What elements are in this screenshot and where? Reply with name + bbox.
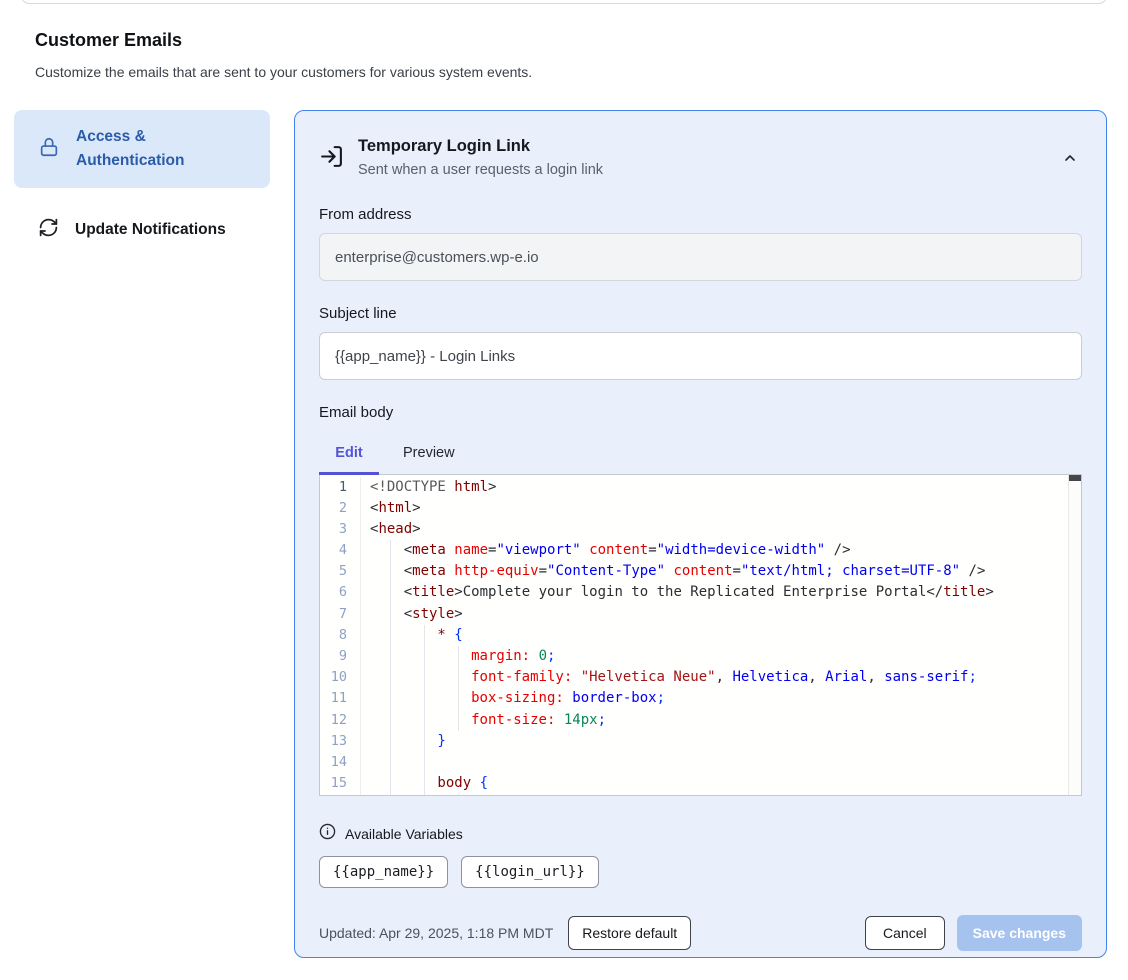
previous-card-edge	[20, 0, 1108, 4]
code-line[interactable]: 11box-sizing: border-box;	[320, 688, 1081, 709]
code-line[interactable]: 13}	[320, 731, 1081, 752]
line-number: 3	[320, 519, 361, 540]
line-number: 7	[320, 604, 361, 625]
variable-chip-login-url[interactable]: {{login_url}}	[461, 856, 599, 888]
code-line[interactable]: 8* {	[320, 625, 1081, 646]
active-tab-underline	[319, 472, 379, 475]
sidebar-item-label: Access & Authentication	[76, 125, 208, 173]
code-line-content: <html>	[361, 498, 421, 519]
code-line-content: <!DOCTYPE html>	[361, 477, 496, 498]
sidebar-item-label: Update Notifications	[75, 218, 226, 242]
editor-scrollbar[interactable]	[1068, 475, 1081, 795]
tab-preview[interactable]: Preview	[403, 445, 455, 461]
variable-chip-app-name[interactable]: {{app_name}}	[319, 856, 448, 888]
code-line[interactable]: 2<html>	[320, 498, 1081, 519]
code-line[interactable]: 10font-family: "Helvetica Neue", Helveti…	[320, 667, 1081, 688]
refresh-icon	[38, 217, 59, 243]
email-body-label: Email body	[319, 404, 1082, 421]
from-address-field[interactable]	[319, 233, 1082, 281]
line-number: 9	[320, 646, 361, 667]
code-line[interactable]: 4<meta name="viewport" content="width=de…	[320, 540, 1081, 561]
code-line-content: background-color: #f9f9f9;	[361, 794, 690, 795]
info-icon	[319, 823, 336, 845]
line-number: 2	[320, 498, 361, 519]
code-line-content: box-sizing: border-box;	[361, 688, 665, 709]
tab-edit[interactable]: Edit	[319, 445, 379, 461]
page-subtitle: Customize the emails that are sent to yo…	[35, 64, 532, 80]
code-line[interactable]: 7<style>	[320, 604, 1081, 625]
collapse-button[interactable]	[1058, 146, 1082, 173]
panel-titles: Temporary Login Link Sent when a user re…	[358, 137, 1044, 178]
line-number: 4	[320, 540, 361, 561]
email-body-tabs: Edit Preview	[319, 434, 1082, 472]
cancel-button[interactable]: Cancel	[865, 916, 945, 950]
subject-line-field[interactable]	[319, 332, 1082, 380]
code-line[interactable]: 6<title>Complete your login to the Repli…	[320, 582, 1081, 603]
code-line-content: <head>	[361, 519, 421, 540]
code-line-content: font-size: 14px;	[361, 710, 606, 731]
code-line-content: <title>Complete your login to the Replic…	[361, 582, 994, 603]
code-line[interactable]: 15body {	[320, 773, 1081, 794]
sidebar-item-update-notifications[interactable]: Update Notifications	[14, 205, 270, 255]
line-number: 12	[320, 710, 361, 731]
line-number: 1	[320, 477, 361, 498]
code-line-content	[361, 752, 437, 773]
save-changes-button[interactable]: Save changes	[957, 915, 1082, 951]
code-line-content: }	[361, 731, 446, 752]
restore-default-button[interactable]: Restore default	[568, 916, 691, 950]
line-number: 8	[320, 625, 361, 646]
panel-header: Temporary Login Link Sent when a user re…	[319, 137, 1082, 178]
variable-chips: {{app_name}} {{login_url}}	[319, 856, 1082, 888]
panel-subtitle: Sent when a user requests a login link	[358, 162, 1044, 178]
code-line[interactable]: 1<!DOCTYPE html>	[320, 477, 1081, 498]
line-number: 15	[320, 773, 361, 794]
email-settings-panel: Temporary Login Link Sent when a user re…	[294, 110, 1107, 958]
from-address-label: From address	[319, 206, 1082, 223]
line-number: 11	[320, 688, 361, 709]
code-line-content: <meta http-equiv="Content-Type" content=…	[361, 561, 985, 582]
sidebar-item-access-authentication[interactable]: Access & Authentication	[14, 110, 270, 188]
panel-title: Temporary Login Link	[358, 137, 1044, 156]
line-number: 10	[320, 667, 361, 688]
page-header: Customer Emails Customize the emails tha…	[35, 30, 532, 80]
code-line-content: font-family: "Helvetica Neue", Helvetica…	[361, 667, 977, 688]
code-line-content: * {	[361, 625, 463, 646]
code-line-content: margin: 0;	[361, 646, 555, 667]
line-number: 16	[320, 794, 361, 795]
line-number: 6	[320, 582, 361, 603]
subject-line-label: Subject line	[319, 305, 1082, 322]
page-title: Customer Emails	[35, 30, 532, 51]
code-editor[interactable]: 1<!DOCTYPE html>2<html>3<head>4<meta nam…	[319, 474, 1082, 796]
code-line-content: <meta name="viewport" content="width=dev…	[361, 540, 851, 561]
line-number: 14	[320, 752, 361, 773]
log-in-icon	[319, 144, 344, 174]
code-line-content: body {	[361, 773, 488, 794]
code-line[interactable]: 16background-color: #f9f9f9;	[320, 794, 1081, 795]
code-line[interactable]: 5<meta http-equiv="Content-Type" content…	[320, 561, 1081, 582]
sidebar: Access & Authentication Update Notificat…	[14, 110, 270, 255]
code-line[interactable]: 3<head>	[320, 519, 1081, 540]
chevron-up-icon	[1062, 154, 1078, 169]
line-number: 13	[320, 731, 361, 752]
updated-timestamp: Updated: Apr 29, 2025, 1:18 PM MDT	[319, 925, 553, 941]
code-line[interactable]: 9margin: 0;	[320, 646, 1081, 667]
available-variables-label: Available Variables	[345, 826, 463, 842]
code-lines: 1<!DOCTYPE html>2<html>3<head>4<meta nam…	[320, 475, 1081, 796]
panel-footer: Updated: Apr 29, 2025, 1:18 PM MDT Resto…	[319, 915, 1082, 951]
code-line[interactable]: 14	[320, 752, 1081, 773]
line-number: 5	[320, 561, 361, 582]
editor-scrollbar-thumb[interactable]	[1069, 475, 1081, 481]
available-variables-row: Available Variables	[319, 823, 1082, 845]
code-line-content: <style>	[361, 604, 463, 625]
code-line[interactable]: 12font-size: 14px;	[320, 710, 1081, 731]
lock-icon	[38, 136, 60, 163]
